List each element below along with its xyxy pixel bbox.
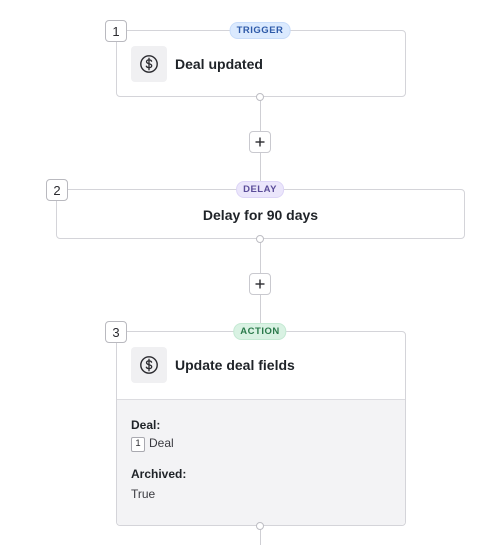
trigger-title: Deal updated [175, 56, 263, 72]
step-number-2: 2 [46, 179, 68, 201]
connector-dot [256, 93, 264, 101]
archived-field-value: True [131, 487, 156, 501]
deal-field-label: Deal: [131, 418, 161, 432]
archived-field-label: Archived: [131, 467, 187, 481]
plus-icon [255, 137, 265, 147]
action-details-panel: Deal: 1 Deal Archived: True [117, 399, 405, 525]
delay-badge: DELAY [236, 181, 284, 198]
dollar-circle-icon [140, 356, 158, 374]
step-reference-badge: 1 [131, 437, 145, 452]
trigger-icon-box [131, 46, 167, 82]
delay-title: Delay for 90 days [202, 207, 319, 223]
connector-line [260, 528, 261, 545]
trigger-step-card[interactable]: Deal updated [116, 30, 406, 97]
connector-dot [256, 235, 264, 243]
action-badge: ACTION [233, 323, 287, 340]
deal-field-value: 1 Deal [131, 436, 174, 452]
action-title: Update deal fields [175, 357, 295, 373]
deal-field-text: Deal [149, 436, 174, 450]
add-step-button[interactable] [249, 131, 271, 153]
connector-dot [256, 522, 264, 530]
plus-icon [255, 279, 265, 289]
action-step-card[interactable]: Update deal fields Deal: 1 Deal Archived:… [116, 331, 406, 526]
step-number-1: 1 [105, 20, 127, 42]
dollar-circle-icon [140, 55, 158, 73]
trigger-badge: TRIGGER [229, 22, 291, 39]
connector-line [260, 98, 261, 132]
connector-line [260, 240, 261, 274]
add-step-button[interactable] [249, 273, 271, 295]
step-number-3: 3 [105, 321, 127, 343]
action-icon-box [131, 347, 167, 383]
